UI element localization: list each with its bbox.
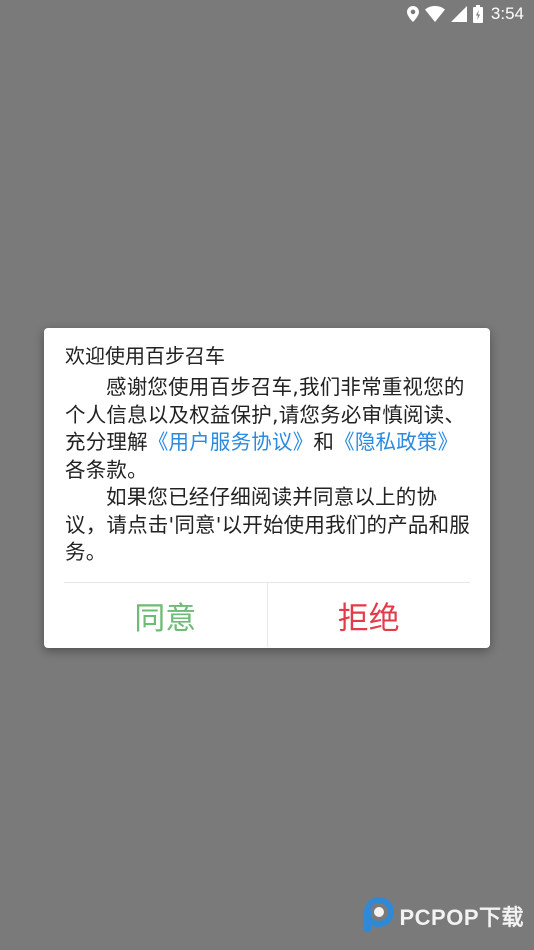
- user-agreement-link[interactable]: 《用户服务协议》: [148, 430, 314, 454]
- pcpop-logo-icon: [361, 896, 395, 936]
- signal-icon: [450, 6, 467, 22]
- privacy-policy-link[interactable]: 《隐私政策》: [334, 430, 458, 454]
- watermark: PCPOP下载: [361, 896, 524, 936]
- battery-icon: [472, 5, 483, 23]
- and-text: 和: [313, 430, 335, 454]
- dialog-buttons: 同意 拒绝: [64, 583, 470, 647]
- status-bar: 3:54: [0, 0, 534, 28]
- privacy-consent-dialog: 欢迎使用百步召车 感谢您使用百步召车,我们非常重视您的个人信息以及权益保护,请您…: [44, 328, 490, 648]
- dialog-title: 欢迎使用百步召车: [65, 344, 225, 368]
- location-icon: [406, 6, 419, 22]
- wifi-icon: [424, 6, 445, 22]
- dialog-paragraph-2: 如果您已经仔细阅读并同意以上的协议，请点击'同意'以开始使用我们的产品和服务。: [65, 485, 470, 564]
- dialog-paragraph-1: 感谢您使用百步召车,我们非常重视您的个人信息以及权益保护,请您务必审慎阅读、充分…: [65, 374, 475, 484]
- dialog-body: 感谢您使用百步召车,我们非常重视您的个人信息以及权益保护,请您务必审慎阅读、充分…: [65, 374, 475, 567]
- watermark-text: PCPOP下载: [399, 905, 524, 930]
- status-icons: 3:54: [406, 3, 524, 25]
- paragraph-1-tail: 各条款。: [65, 457, 148, 482]
- agree-button[interactable]: 同意: [64, 583, 267, 647]
- status-time: 3:54: [490, 4, 524, 23]
- reject-button[interactable]: 拒绝: [268, 583, 471, 647]
